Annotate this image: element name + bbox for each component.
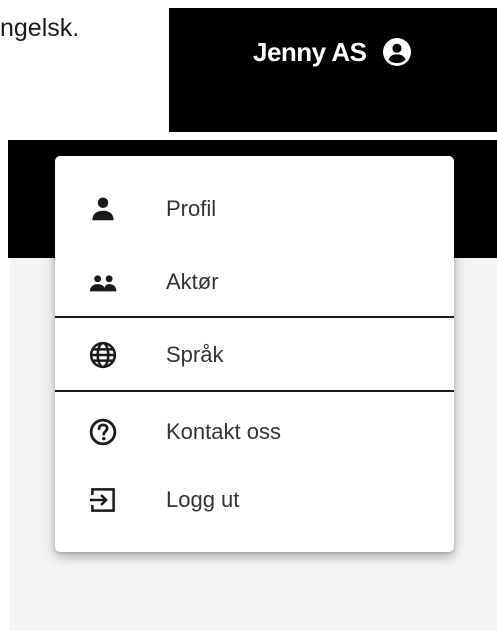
menu-divider <box>55 390 454 392</box>
user-dropdown-menu: Profil Aktør Språk Kontakt oss Logg ut <box>55 156 454 552</box>
menu-item-label: Kontakt oss <box>166 419 281 444</box>
menu-item-label: Profil <box>166 196 217 221</box>
globe-icon <box>87 339 119 371</box>
menu-item-label: Aktør <box>166 269 219 294</box>
background-window-edge <box>8 258 10 631</box>
user-name: Jenny AS <box>253 36 367 67</box>
menu-item-logg-ut[interactable]: Logg ut <box>55 465 454 535</box>
menu-item-label: Språk <box>166 342 224 367</box>
logout-icon <box>87 484 119 516</box>
group-icon <box>87 266 119 298</box>
user-menu-button[interactable]: Jenny AS <box>253 36 413 68</box>
menu-item-kontakt-oss[interactable]: Kontakt oss <box>55 397 454 467</box>
help-circle-icon <box>87 416 119 448</box>
menu-item-label: Logg ut <box>166 487 240 512</box>
menu-item-aktor[interactable]: Aktør <box>55 247 454 317</box>
account-circle-icon <box>381 36 413 68</box>
menu-item-profil[interactable]: Profil <box>55 174 454 244</box>
person-icon <box>87 193 119 225</box>
top-header-bar: Jenny AS <box>169 8 497 132</box>
menu-divider <box>55 316 454 318</box>
background-page-text: ngelsk. <box>0 14 80 42</box>
menu-item-sprak[interactable]: Språk <box>55 320 454 390</box>
